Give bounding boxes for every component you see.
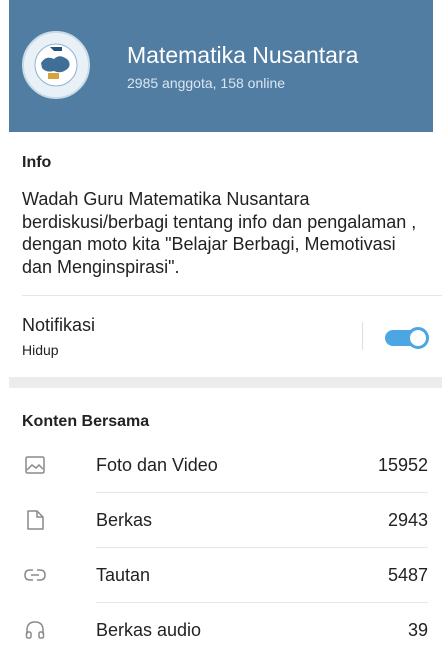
shared-item-label: Tautan (96, 565, 151, 585)
link-icon (24, 564, 46, 586)
shared-item-audio[interactable]: Berkas audio 39 (0, 604, 442, 658)
file-icon (24, 509, 46, 531)
shared-item-count: 15952 (377, 455, 428, 475)
group-title: Matematika Nusantara (127, 42, 359, 68)
row-divider (96, 602, 428, 603)
notifications-status: Hidup (22, 342, 59, 358)
member-count: 2985 anggota, 158 online (127, 75, 286, 91)
shared-item-media[interactable]: Foto dan Video 15952 (0, 439, 442, 493)
shared-item-count: 5487 (387, 565, 428, 585)
image-icon (24, 454, 46, 476)
headphones-icon (24, 619, 46, 641)
row-divider (96, 547, 428, 548)
section-gap (9, 377, 442, 388)
toggle-knob (407, 327, 429, 349)
shared-item-label: Berkas (96, 510, 153, 530)
group-avatar[interactable] (22, 31, 90, 99)
notifications-label: Notifikasi (22, 315, 96, 335)
notifications-toggle[interactable] (385, 327, 429, 349)
group-logo (26, 35, 86, 95)
info-heading: Info (22, 154, 52, 171)
vertical-separator (362, 322, 363, 350)
info-divider (22, 295, 442, 296)
shared-item-files[interactable]: Berkas 2943 (0, 494, 442, 548)
shared-item-label: Foto dan Video (96, 455, 218, 475)
group-header: Matematika Nusantara 2985 anggota, 158 o… (9, 0, 433, 132)
shared-content-heading: Konten Bersama (22, 413, 150, 430)
shared-item-label: Berkas audio (96, 620, 202, 640)
shared-item-count: 2943 (387, 510, 428, 530)
shared-item-count: 39 (407, 620, 428, 640)
row-divider (96, 492, 428, 493)
group-description: Wadah Guru Matematika Nusantara berdisku… (22, 189, 417, 277)
shared-item-links[interactable]: Tautan 5487 (0, 549, 442, 603)
